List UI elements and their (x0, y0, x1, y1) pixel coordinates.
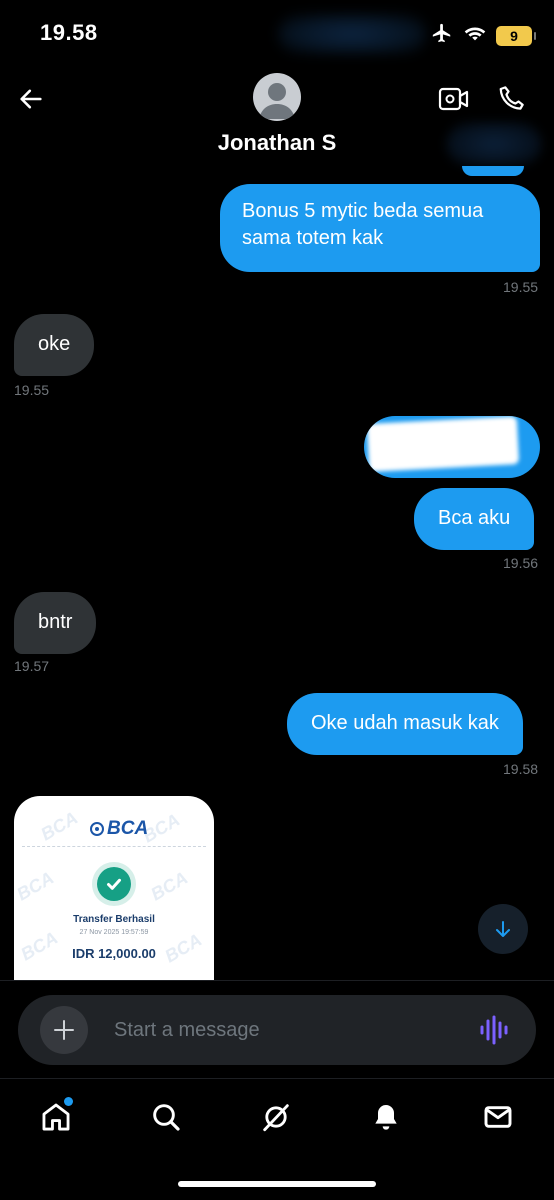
phone-call-icon (499, 86, 524, 110)
scroll-to-bottom-button[interactable] (478, 904, 528, 954)
back-button[interactable] (14, 82, 48, 116)
tab-home[interactable] (32, 1095, 80, 1139)
message-bubble-redacted[interactable] (364, 416, 540, 478)
transfer-status: Transfer Berhasil (73, 914, 155, 925)
voice-wave-icon (480, 1015, 508, 1045)
message-input[interactable] (114, 1015, 444, 1045)
tab-search[interactable] (142, 1095, 190, 1139)
bca-logo: BCA (90, 818, 148, 840)
battery-level: 9 (510, 27, 518, 44)
wifi-icon (464, 24, 486, 47)
arrow-down-icon (496, 921, 510, 937)
success-badge (92, 862, 136, 906)
status-blur-region (278, 14, 426, 54)
message-bubble-outgoing[interactable]: Bonus 5 mytic beda semua sama totem kak (220, 184, 540, 272)
bottom-tab-bar (0, 1078, 554, 1200)
notifications-icon (375, 1105, 397, 1130)
status-icons: 9 (430, 22, 536, 49)
tab-notifications[interactable] (362, 1095, 410, 1139)
receipt-watermark: BCA (147, 867, 192, 905)
tab-messages[interactable] (474, 1095, 522, 1139)
chat-header: Jonathan S (0, 60, 554, 172)
receipt-image[interactable]: BCA BCA BCA BCA BCA BCA BCA Transfer Ber… (14, 796, 214, 980)
message-composer (18, 995, 536, 1065)
plus-icon (54, 1020, 74, 1040)
transfer-amount: IDR 12,000.00 (72, 946, 156, 961)
add-attachment-button[interactable] (40, 1006, 88, 1054)
message-bubble-incoming[interactable]: oke (14, 314, 95, 376)
search-icon (153, 1104, 180, 1131)
message-timestamp: 19.58 (503, 761, 539, 777)
transfer-date: 27 Nov 2025 19:57:59 (79, 929, 149, 936)
bca-emblem-icon (90, 822, 104, 836)
home-notification-badge (64, 1097, 73, 1106)
phone-call-button[interactable] (494, 80, 530, 116)
message-bubble-outgoing[interactable]: Oke udah masuk kak (287, 693, 523, 755)
messages-icon (484, 1106, 512, 1128)
receipt-watermark: BCA (37, 807, 82, 845)
tab-grok[interactable] (252, 1095, 300, 1139)
header-blur-region (446, 122, 542, 166)
message-timestamp: 19.56 (503, 555, 539, 571)
receipt-divider (22, 846, 206, 847)
message-bubble-outgoing[interactable]: Bca aku (414, 488, 535, 550)
redaction-mark (366, 416, 520, 472)
battery-icon: 9 (496, 25, 536, 46)
composer-area (0, 980, 554, 1078)
bca-logo-text: BCA (107, 818, 149, 839)
message-timestamp: 19.57 (14, 658, 50, 674)
message-bubble-incoming[interactable]: bntr (14, 592, 97, 654)
checkmark-icon (107, 878, 121, 890)
grok-icon (263, 1104, 289, 1132)
message-timestamp: 19.55 (14, 382, 50, 398)
airplane-icon (430, 22, 454, 49)
message-list[interactable]: Bonus 5 mytic beda semua sama totem kak … (0, 172, 554, 980)
video-call-button[interactable] (436, 82, 472, 116)
message-timestamp: 19.55 (503, 279, 539, 295)
receipt-watermark: BCA (14, 867, 58, 905)
video-call-icon (438, 87, 469, 111)
voice-message-button[interactable] (474, 1012, 514, 1048)
avatar[interactable] (253, 73, 301, 121)
status-time: 19.58 (40, 20, 98, 45)
back-arrow-icon (20, 89, 42, 109)
home-indicator (178, 1181, 376, 1187)
